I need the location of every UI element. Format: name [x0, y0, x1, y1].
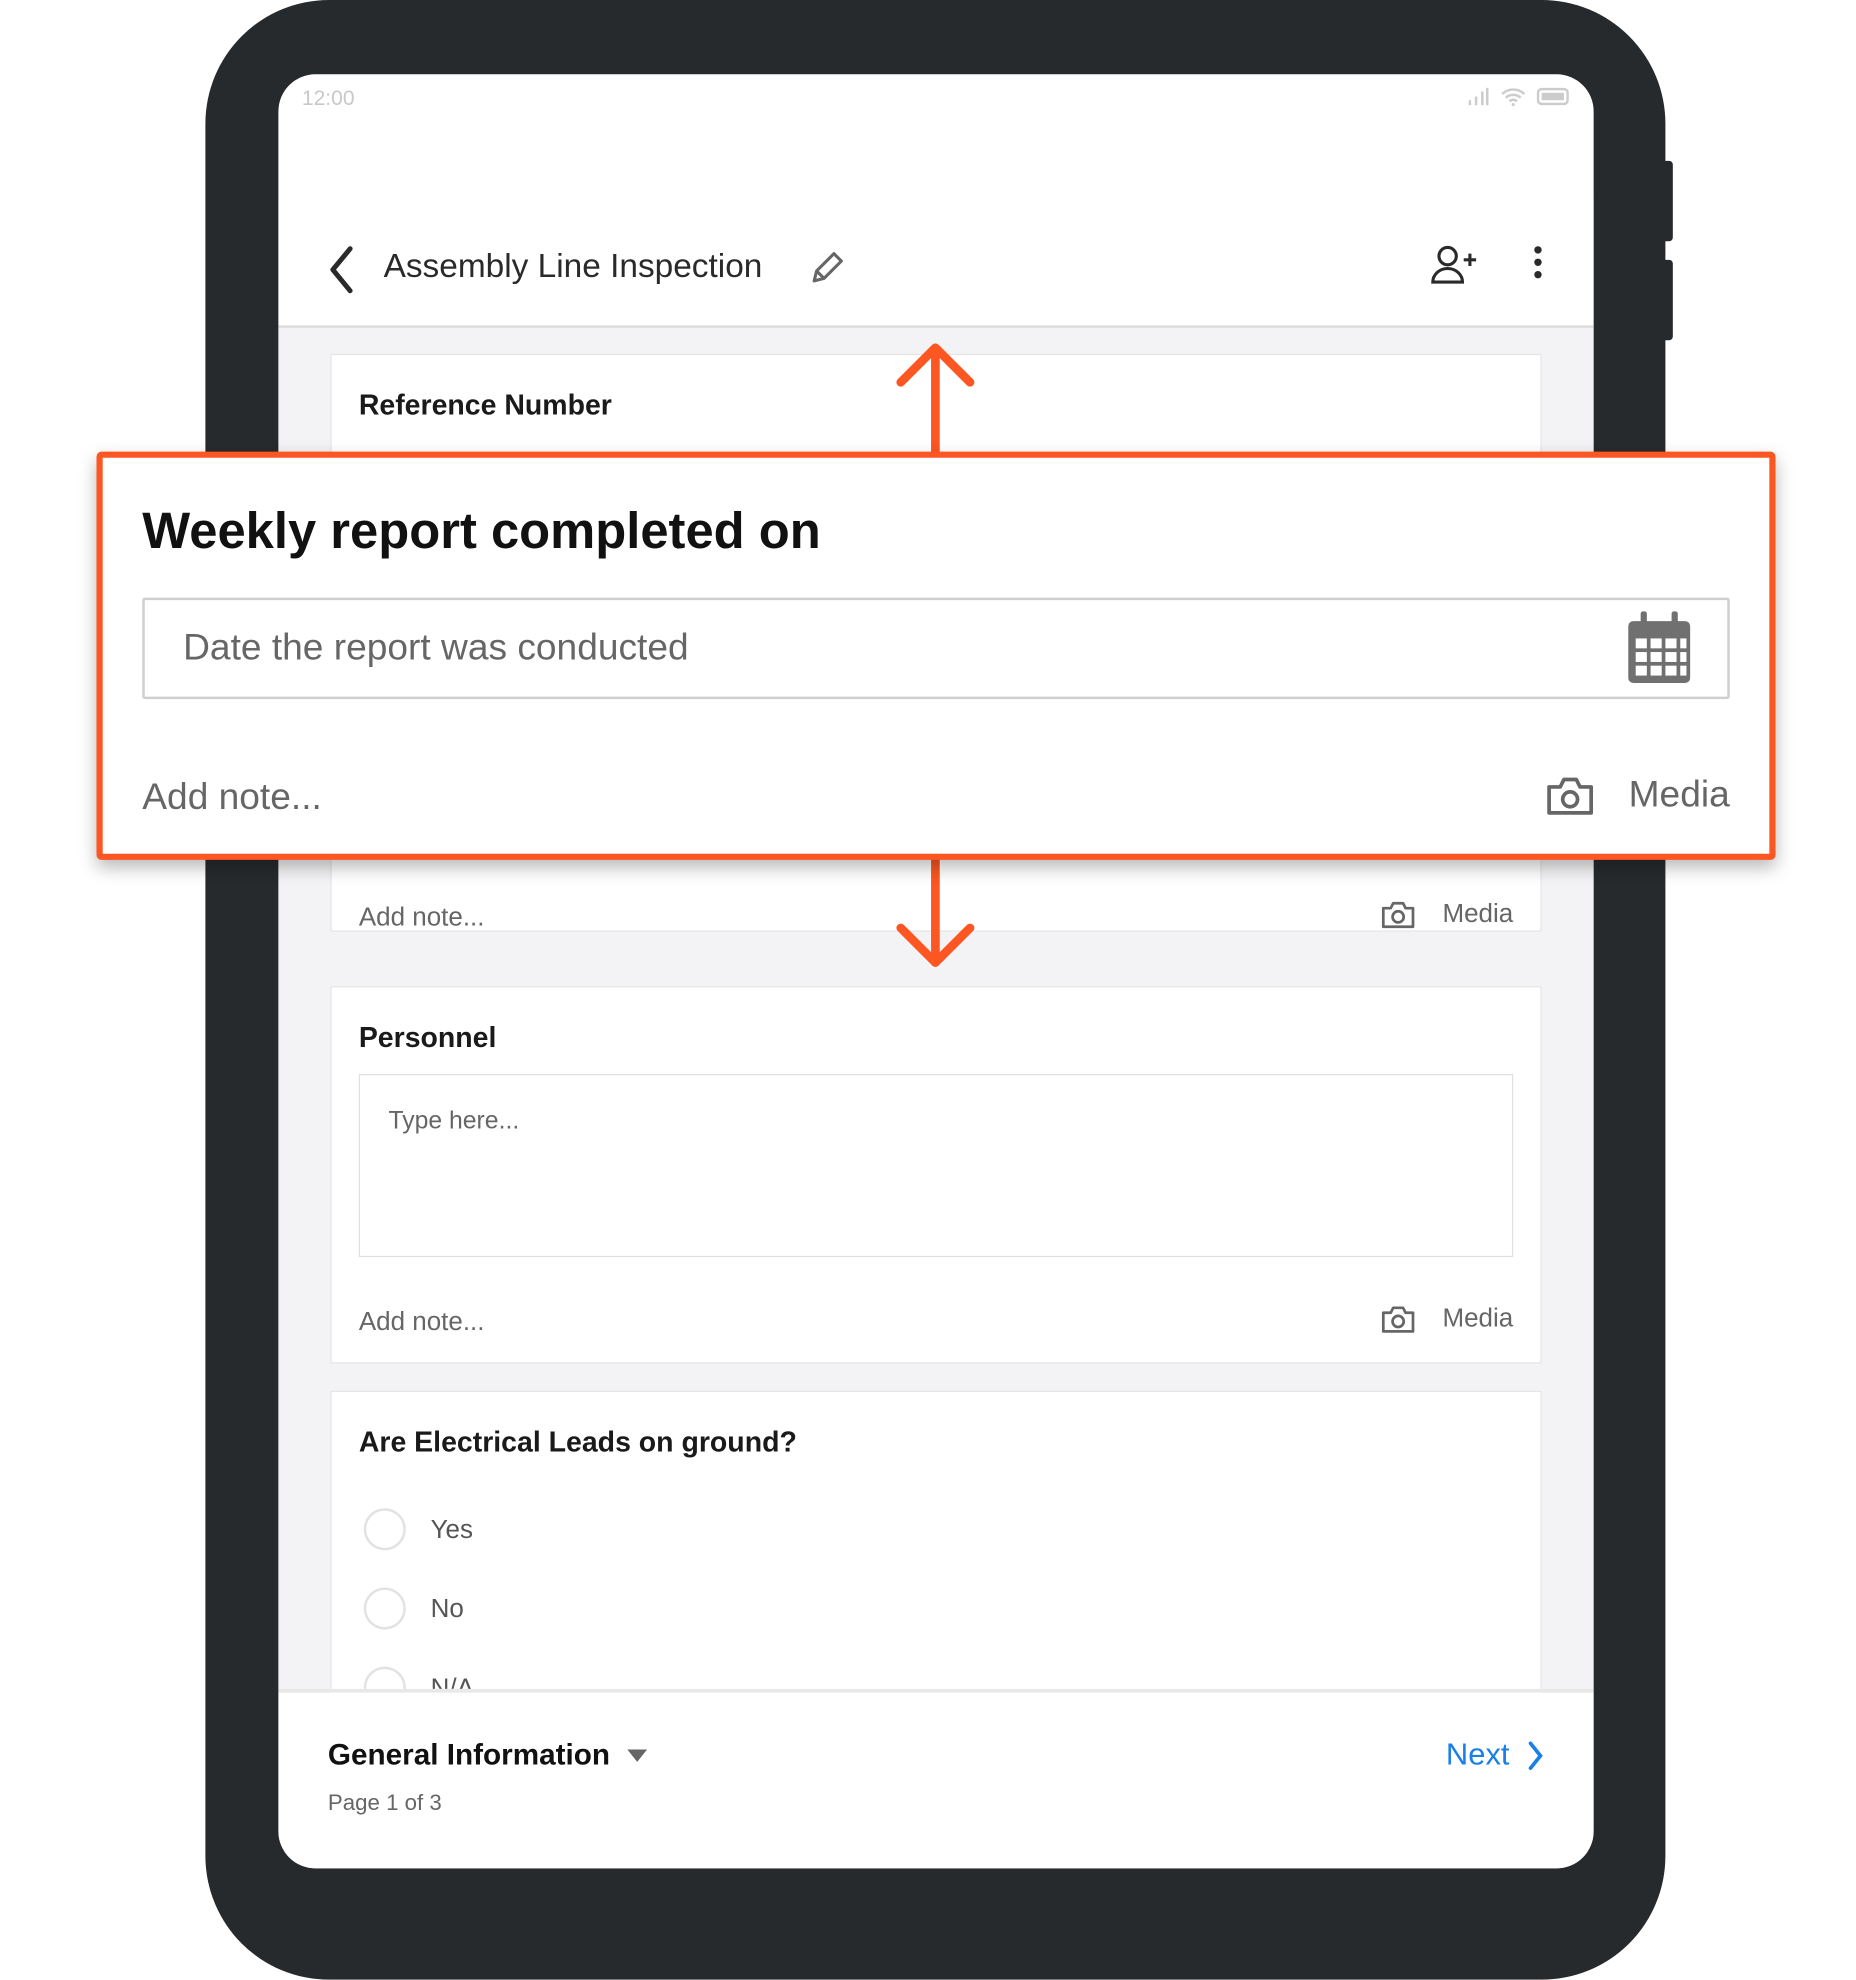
dropdown-triangle-icon	[627, 1749, 648, 1762]
add-note-link[interactable]: Add note...	[359, 903, 485, 933]
card-personnel: Personnel Type here... Add note... Media	[330, 986, 1542, 1364]
calendar-icon[interactable]	[1626, 611, 1693, 685]
camera-icon	[1547, 777, 1594, 815]
highlighted-date-field-card: Weekly report completed on Date the repo…	[96, 451, 1776, 860]
battery-icon	[1536, 87, 1569, 106]
pencil-edit-icon[interactable]	[808, 250, 845, 287]
add-note-link[interactable]: Add note...	[142, 777, 322, 819]
media-button[interactable]: Media	[1381, 899, 1514, 930]
page-indicator: Page 1 of 3	[327, 1790, 442, 1816]
status-time: 12:00	[301, 86, 355, 111]
more-options-icon[interactable]	[1531, 245, 1546, 282]
signal-icon	[1468, 87, 1489, 106]
radio-no[interactable]	[363, 1587, 406, 1630]
add-user-icon[interactable]	[1429, 243, 1478, 288]
card-title: Personnel	[358, 1020, 497, 1053]
status-icons	[1467, 87, 1569, 107]
radio-label: Yes	[430, 1515, 473, 1545]
chevron-right-icon	[1528, 1740, 1543, 1770]
media-label: Media	[1628, 774, 1730, 816]
arrow-up-icon	[896, 343, 975, 458]
radio-label: No	[430, 1594, 464, 1624]
field-title: Weekly report completed on	[142, 502, 821, 560]
next-button[interactable]: Next	[1446, 1737, 1544, 1773]
card-title: Reference Number	[358, 388, 612, 421]
next-label: Next	[1445, 1737, 1510, 1772]
date-input[interactable]: Date the report was conducted	[142, 597, 1730, 700]
media-label: Media	[1442, 1304, 1514, 1333]
wifi-icon	[1501, 88, 1526, 107]
media-label: Media	[1442, 899, 1514, 928]
camera-icon	[1381, 1306, 1415, 1333]
side-button	[1662, 259, 1673, 341]
date-placeholder: Date the report was conducted	[183, 627, 689, 669]
side-button	[1662, 160, 1673, 242]
add-note-link[interactable]: Add note...	[359, 1308, 485, 1338]
page-title: Assembly Line Inspection	[383, 247, 763, 285]
app-header: Assembly Line Inspection	[278, 197, 1594, 328]
footer-bar: General Information Page 1 of 3 Next	[278, 1688, 1594, 1869]
radio-yes[interactable]	[363, 1508, 406, 1551]
back-chevron-icon[interactable]	[325, 245, 357, 294]
media-button[interactable]: Media	[1381, 1304, 1514, 1334]
camera-icon	[1381, 901, 1415, 929]
media-button[interactable]: Media	[1547, 775, 1730, 817]
personnel-textarea[interactable]: Type here...	[358, 1073, 1514, 1258]
card-title: Are Electrical Leads on ground?	[358, 1425, 797, 1458]
section-label: General Information	[327, 1738, 611, 1772]
arrow-down-icon	[896, 856, 975, 967]
section-selector[interactable]: General Information	[327, 1738, 648, 1773]
